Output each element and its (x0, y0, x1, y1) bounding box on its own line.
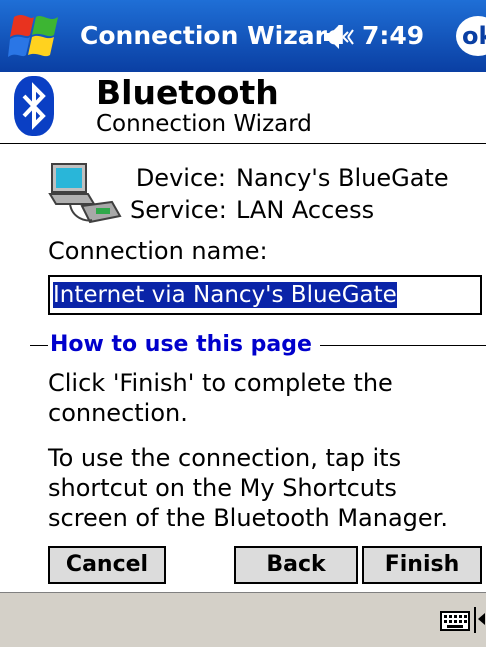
input-menu-arrow-icon[interactable] (474, 605, 486, 635)
cancel-button[interactable]: Cancel (48, 546, 166, 584)
connection-name-value: Internet via Nancy's BlueGate (53, 282, 397, 308)
service-value: LAN Access (236, 196, 375, 224)
service-label: Service: (130, 196, 227, 224)
taskbar (0, 592, 486, 647)
header-divider (0, 143, 486, 144)
howto-paragraph-usage: To use the connection, tap its shortcut … (48, 444, 448, 532)
connection-name-input[interactable]: Internet via Nancy's BlueGate (48, 275, 482, 315)
device-label: Device: (135, 164, 226, 192)
ok-button[interactable]: ok (456, 16, 486, 56)
clock[interactable]: 7:49 (362, 16, 424, 56)
title-bar: Connection Wizard 7:49 ok (0, 0, 486, 72)
back-button[interactable]: Back (234, 546, 358, 584)
connection-name-label: Connection name: (48, 237, 268, 265)
howto-title-link[interactable]: How to use this page (48, 331, 320, 359)
bluetooth-icon (14, 76, 54, 136)
device-value: Nancy's BlueGate (236, 164, 449, 192)
start-flag-icon[interactable] (8, 9, 62, 63)
computer-network-icon (48, 163, 122, 224)
page-header: Bluetooth Connection Wizard (0, 72, 486, 142)
page-subtitle: Connection Wizard (96, 111, 312, 137)
page-title: Bluetooth (96, 73, 279, 112)
howto-paragraph-finish: Click 'Finish' to complete the connectio… (48, 369, 393, 427)
service-row: Service: LAN Access (130, 195, 374, 225)
finish-button[interactable]: Finish (362, 546, 482, 584)
device-row: Device: Nancy's BlueGate (130, 163, 449, 193)
volume-icon[interactable] (322, 22, 360, 52)
keyboard-icon[interactable] (440, 611, 470, 631)
window-title: Connection Wizard (80, 21, 345, 50)
